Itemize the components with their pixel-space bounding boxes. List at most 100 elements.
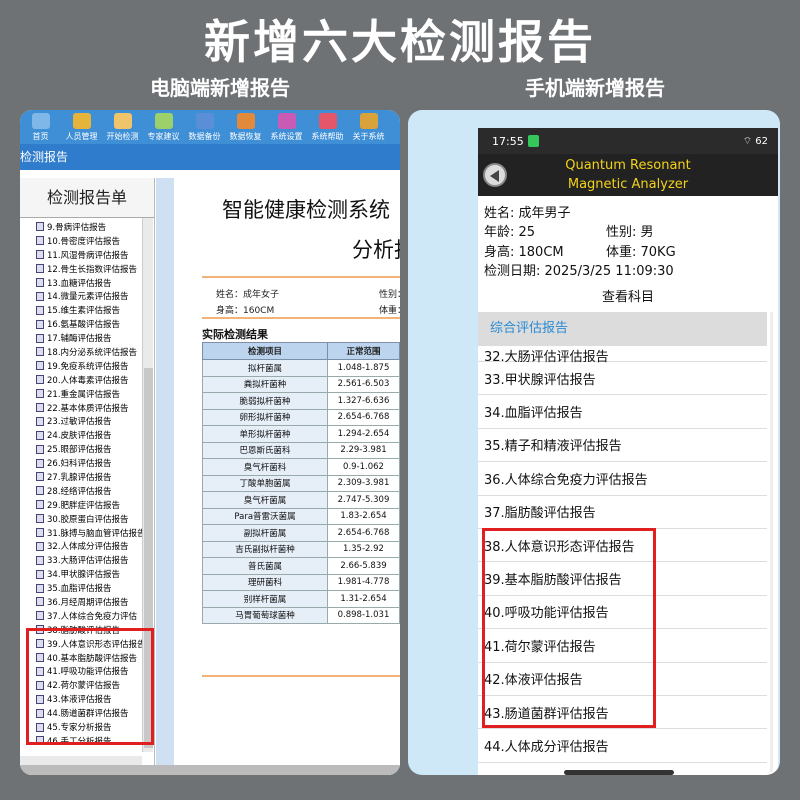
report-list-item[interactable]: 33.大肠评估评估报告 [20, 553, 142, 567]
report-list-item[interactable]: 35.精子和精液评估报告 [478, 429, 767, 463]
table-row: 卵形拟杆菌种 2.654-6.768 [202, 408, 400, 426]
table-cell: 2.654-6.768 [327, 524, 400, 542]
report-list-item[interactable]: 36.人体综合免疫力评估报告 [478, 462, 767, 496]
desktop-subheading: 电脑端新增报告 [150, 76, 290, 100]
sidebar-title: 检测报告单 [20, 178, 154, 218]
document-icon [36, 541, 44, 551]
status-bar: 17:55 ⌔ 62 [478, 128, 778, 154]
back-arrow-icon[interactable] [483, 163, 507, 187]
table-row: Para普雷沃菌属 1.83-2.654 [202, 507, 400, 525]
table-cell: 粪拟杆菌种 [202, 375, 328, 393]
report-list-item[interactable]: 36.月经周期评估报告 [20, 595, 142, 609]
report-list-item[interactable]: 34.甲状腺评估报告 [20, 567, 142, 581]
toolbar-button[interactable]: 专家建议 [143, 110, 184, 144]
report-list-item[interactable]: 21.重金属评估报告 [20, 387, 142, 401]
toolbar-button[interactable]: 数据备份 [184, 110, 225, 144]
report-list-item[interactable]: 32.大肠评估评估报告 [478, 346, 767, 365]
table-row: 副拟杆菌属 2.654-6.768 [202, 524, 400, 542]
report-list-item[interactable]: 9.骨病评估报告 [20, 220, 142, 234]
divider [202, 675, 400, 677]
report-list-item[interactable]: 25.眼部评估报告 [20, 442, 142, 456]
document-icon [36, 611, 44, 621]
report-list-label: 10.骨密度评估报告 [47, 236, 121, 247]
table-row: 巴恩斯氏菌科 2.29-3.981 [202, 441, 400, 459]
desktop-screenshot: 首页 人员管理 开始检测 专家建议 数据备份 数据恢复 系统设置 系统帮助 关于系统 检测报告 … [20, 110, 400, 775]
table-row: 丁酸单胞菌属 2.309-3.981 [202, 474, 400, 492]
results-table: 检测项目 正常范围 拟杆菌属 1.048-1.875 粪拟杆菌种 2.561-6.50… [202, 342, 400, 624]
report-list-item[interactable]: 13.血糖评估报告 [20, 276, 142, 290]
toolbar-button[interactable]: 数据恢复 [225, 110, 266, 144]
table-cell: 1.327-6.636 [327, 392, 400, 410]
table-cell: 1.35-2.92 [327, 540, 400, 558]
report-list-item[interactable]: 17.辅酶评估报告 [20, 331, 142, 345]
highlight-box [482, 528, 656, 728]
toolbar-icon [195, 113, 214, 129]
report-list-item[interactable]: 28.经络评估报告 [20, 484, 142, 498]
table-cell: 1.048-1.875 [327, 359, 400, 377]
document-icon [36, 305, 44, 315]
table-cell: 2.66-5.839 [327, 557, 400, 575]
phone-screenshot: 17:55 ⌔ 62 Quantum Resonant Magnetic Ana… [408, 110, 780, 775]
toolbar-label: 首页 [32, 132, 49, 141]
nav-handle[interactable] [564, 770, 674, 775]
report-list-label: 9.骨病评估报告 [47, 222, 107, 233]
toolbar-icon [31, 113, 50, 129]
view-subject-button[interactable]: 查看科目 [478, 286, 778, 305]
report-list-item[interactable]: 31.脉搏与脑血管评估报告 [20, 526, 142, 540]
table-cell: 卵形拟杆菌种 [202, 408, 328, 426]
table-row: 马胃葡萄球菌种 0.898-1.031 [202, 606, 400, 624]
gender-label: 性别：女 [379, 290, 400, 300]
toolbar-button[interactable]: 人员管理 [61, 110, 102, 144]
document-icon [36, 555, 44, 565]
report-list-item[interactable]: 20.人体毒素评估报告 [20, 373, 142, 387]
report-list-label: 34.甲状腺评估报告 [47, 570, 121, 581]
report-list-item[interactable]: 14.微量元素评估报告 [20, 289, 142, 303]
report-list-label: 37.人体综合免疫力评估 [47, 611, 138, 622]
table-row: 普氏菌属 2.66-5.839 [202, 557, 400, 575]
report-list-item[interactable]: 10.骨密度评估报告 [20, 234, 142, 248]
table-cell: 2.561-6.503 [327, 375, 400, 393]
table-cell: 2.29-3.981 [327, 441, 400, 459]
highlight-box [26, 628, 154, 745]
status-time: 17:55 [492, 135, 524, 148]
report-list-item[interactable]: 23.过敏评估报告 [20, 414, 142, 428]
report-list-item[interactable]: 11.风湿骨病评估报告 [20, 248, 142, 262]
report-list-item[interactable]: 22.基本体质评估报告 [20, 401, 142, 415]
document-icon [36, 500, 44, 510]
report-list-item[interactable]: 33.甲状腺评估报告 [478, 362, 767, 396]
report-list-item[interactable]: 16.氨基酸评估报告 [20, 317, 142, 331]
report-list-item[interactable]: 32.人体成分评估报告 [20, 539, 142, 553]
report-list-item[interactable]: 18.内分泌系统评估报告 [20, 345, 142, 359]
report-list-label: 33.大肠评估评估报告 [47, 556, 129, 567]
table-cell: 臭气杆菌科 [202, 458, 328, 476]
toolbar-button[interactable]: 系统帮助 [307, 110, 348, 144]
report-list-item[interactable]: 27.乳腺评估报告 [20, 470, 142, 484]
report-list-item[interactable]: 12.骨生长指数评估报告 [20, 262, 142, 276]
toolbar-button[interactable]: 开始检测 [102, 110, 143, 144]
report-list-item[interactable]: 37.人体综合免疫力评估 [20, 609, 142, 623]
divider [202, 317, 400, 319]
report-list-item[interactable]: 44.人体成分评估报告 [478, 729, 767, 763]
report-list-item[interactable]: 30.胶原蛋白评估报告 [20, 512, 142, 526]
table-row: 单形拟杆菌种 1.294-2.654 [202, 425, 400, 443]
table-cell: 1.83-2.654 [327, 507, 400, 525]
toolbar-icon [72, 113, 91, 129]
toolbar-label: 人员管理 [65, 132, 98, 141]
report-list-item[interactable]: 35.血脂评估报告 [20, 581, 142, 595]
report-list-item[interactable]: 15.维生素评估报告 [20, 303, 142, 317]
toolbar-button[interactable]: 关于系统 [348, 110, 389, 144]
table-cell: 1.981-4.778 [327, 573, 400, 591]
document-icon [36, 291, 44, 301]
toolbar-button[interactable]: 系统设置 [266, 110, 307, 144]
report-list-item[interactable]: 34.血脂评估报告 [478, 395, 767, 429]
toolbar-button[interactable]: 首页 [20, 110, 61, 144]
report-list-item[interactable]: 24.皮肤评估报告 [20, 428, 142, 442]
app-title-line2: Magnetic Analyzer [567, 177, 689, 192]
report-list-item[interactable]: 29.肥胖症评估报告 [20, 498, 142, 512]
report-list-item[interactable]: 37.脂肪酸评估报告 [478, 496, 767, 529]
phone-scrollbar[interactable] [770, 312, 773, 772]
report-list-item[interactable]: 26.妇科评估报告 [20, 456, 142, 470]
report-list-label: 31.脉搏与脑血管评估报告 [47, 528, 142, 539]
report-list-item[interactable]: 19.免疫系统评估报告 [20, 359, 142, 373]
report-list-label: 26.妇科评估报告 [47, 459, 112, 470]
